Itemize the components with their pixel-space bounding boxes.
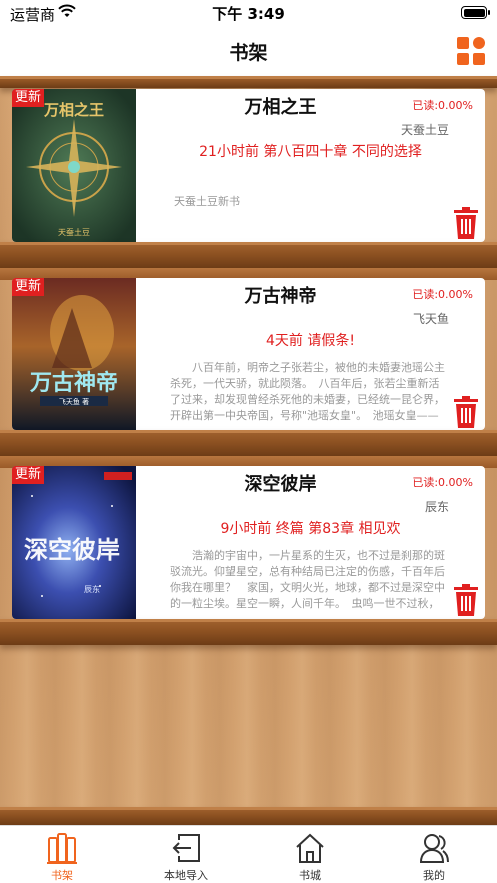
- status-bar: 运营商 下午 3:49: [0, 0, 497, 26]
- nav-bar: 书架: [0, 26, 497, 76]
- grid-icon: [457, 37, 469, 49]
- page-title: 书架: [229, 42, 268, 64]
- bookshelf-icon: [47, 833, 77, 864]
- cover-title: 万古神帝: [29, 370, 118, 396]
- tab-bookstore[interactable]: 书城: [248, 826, 372, 883]
- cover-author: 天蚕土豆: [58, 227, 90, 237]
- cover-author: 辰东: [84, 584, 100, 594]
- tab-label: 我的: [423, 869, 445, 882]
- trash-icon[interactable]: [453, 584, 479, 616]
- shelf-plank: [0, 242, 497, 268]
- book-card[interactable]: 深空彼岸 辰东 更新 深空彼岸 已读:0.00% 辰东 9小时前 终篇 第83章…: [12, 466, 485, 619]
- grid-view-button[interactable]: [457, 37, 485, 65]
- book-card[interactable]: 万古神帝 飞天鱼 著 更新 万古神帝 已读:0.00% 飞天鱼 4天前 请假条!…: [12, 278, 485, 430]
- trash-icon[interactable]: [453, 396, 479, 428]
- clock: 下午 3:49: [212, 5, 285, 23]
- trash-icon[interactable]: [453, 207, 479, 239]
- book-title: 万古神帝: [244, 286, 317, 307]
- read-progress: 已读:0.00%: [412, 288, 473, 301]
- bookshelf: 万相之王 天蚕土豆 更新 万相之王 已读:0.00% 天蚕土豆 21小时前 第八…: [0, 76, 497, 825]
- book-cover[interactable]: 深空彼岸 辰东: [12, 466, 136, 619]
- latest-chapter[interactable]: 21小时前 第八百四十章 不同的选择: [136, 141, 485, 161]
- book-description: 八百年前，明帝之子张若尘，被他的未婚妻池瑶公主杀死，一代天骄，就此陨落。 八百年…: [170, 361, 445, 422]
- user-icon: [419, 834, 449, 863]
- latest-chapter[interactable]: 9小时前 终篇 第83章 相见欢: [136, 518, 485, 538]
- shelf-plank: [0, 619, 497, 645]
- book-description: 浩瀚的宇宙中，一片星系的生灭，也不过是刹那的斑驳流光。仰望星空，总有种结局已注定…: [170, 549, 445, 610]
- import-icon: [172, 834, 200, 862]
- book-author: 天蚕土豆: [400, 123, 449, 137]
- update-badge: 更新: [12, 466, 45, 484]
- book-card[interactable]: 万相之王 天蚕土豆 更新 万相之王 已读:0.00% 天蚕土豆 21小时前 第八…: [12, 89, 485, 242]
- update-badge: 更新: [12, 89, 45, 107]
- tab-bookshelf[interactable]: 书架: [0, 826, 124, 883]
- tab-mine[interactable]: 我的: [372, 826, 496, 883]
- home-icon: [296, 833, 324, 863]
- read-progress: 已读:0.00%: [412, 476, 473, 489]
- shelf-top-plank: [0, 76, 497, 88]
- shelf-plank: [0, 430, 497, 456]
- cover-author: 飞天鱼 著: [59, 397, 89, 406]
- book-author: 辰东: [424, 500, 449, 514]
- shelf-bottom-plank: [0, 807, 497, 825]
- latest-chapter[interactable]: 4天前 请假条!: [136, 330, 485, 350]
- tab-label: 书架: [51, 869, 73, 882]
- book-title: 深空彼岸: [244, 474, 317, 495]
- read-progress: 已读:0.00%: [412, 99, 473, 112]
- book-author: 飞天鱼: [412, 312, 449, 326]
- book-cover[interactable]: 万古神帝 飞天鱼 著: [12, 278, 136, 430]
- tab-label: 本地导入: [164, 869, 208, 882]
- tab-bar: 书架 本地导入 书城 我的: [0, 825, 497, 883]
- cover-title: 万相之王: [43, 101, 104, 119]
- book-description: 天蚕土豆新书: [174, 195, 240, 208]
- cover-title: 深空彼岸: [24, 535, 120, 564]
- book-title: 万相之王: [244, 97, 317, 118]
- book-cover[interactable]: 万相之王 天蚕土豆: [12, 89, 136, 242]
- tab-label: 书城: [299, 869, 321, 882]
- tab-local-import[interactable]: 本地导入: [124, 826, 248, 883]
- update-badge: 更新: [12, 278, 45, 296]
- battery-icon: [461, 6, 490, 19]
